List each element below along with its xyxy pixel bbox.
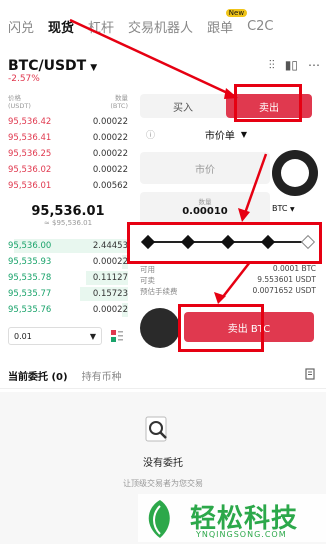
arrow-head [238,208,250,222]
arrow-to-sell-button [221,261,251,299]
divider [0,388,326,389]
tab-open-orders[interactable]: 当前委托 (0) [8,368,68,383]
document-icon[interactable] [304,368,316,380]
orders-tabs: 当前委托 (0) 持有币种 [8,368,318,383]
empty-title: 没有委托 [143,458,183,469]
empty-subtitle: 让顶级交易者为您交易 [123,479,203,488]
arrow-to-sell-tab [69,18,235,98]
arrow-to-slider [242,153,268,217]
arrow-head [224,88,238,99]
watermark-url: YNQINGSONG.COM [196,530,287,539]
tab-holdings[interactable]: 持有币种 [82,368,122,383]
search-icon [145,416,167,442]
